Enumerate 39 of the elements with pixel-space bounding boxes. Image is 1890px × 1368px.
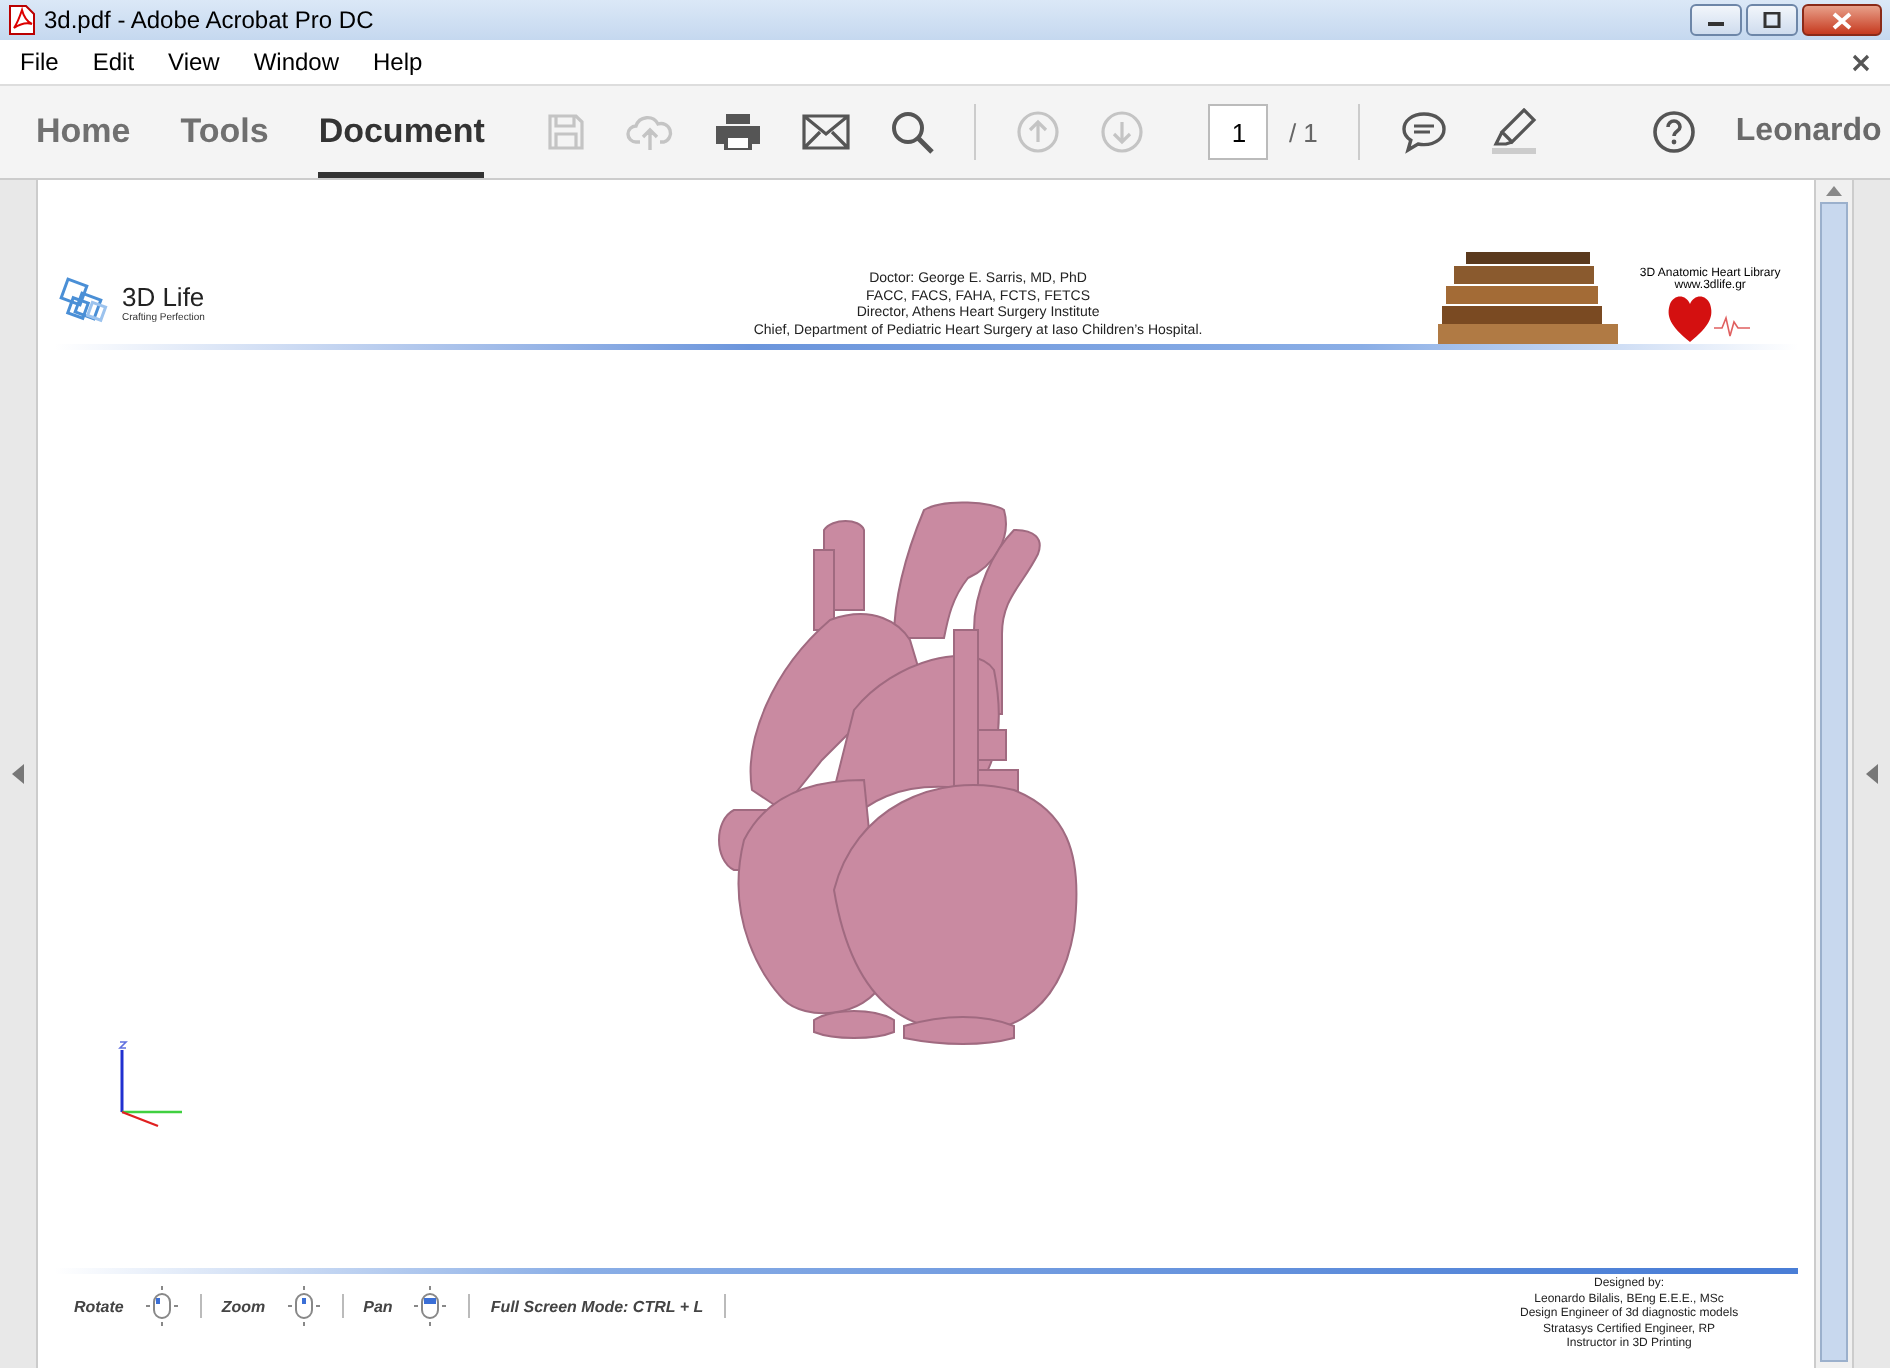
scroll-up-icon[interactable]	[1826, 186, 1843, 196]
minimize-button[interactable]	[1690, 4, 1742, 36]
menu-item[interactable]: Help	[373, 48, 423, 76]
window-title: 3d.pdf - Adobe Acrobat Pro DC	[44, 6, 374, 34]
mail-icon[interactable]	[802, 114, 851, 150]
control-hint: Pan	[363, 1297, 393, 1315]
heart-logo-icon	[1666, 292, 1755, 344]
menu-item[interactable]: Edit	[92, 48, 135, 76]
axis-triad-drawing	[113, 1040, 186, 1132]
highlighter-icon[interactable]	[1487, 108, 1540, 156]
print-icon[interactable]	[714, 112, 763, 152]
expand-arrow-icon[interactable]	[11, 764, 24, 784]
pdf-file-icon	[8, 4, 36, 36]
menu-item[interactable]: Window	[253, 48, 340, 76]
tab[interactable]: Tools	[180, 86, 269, 178]
expand-arrow-icon[interactable]	[1866, 764, 1879, 784]
maximize-button[interactable]	[1746, 4, 1798, 36]
mouse-icon	[285, 1286, 322, 1326]
scrollbar[interactable]	[1814, 180, 1853, 1368]
scroll-thumb[interactable]	[1820, 202, 1849, 1362]
mouse-icon	[143, 1286, 180, 1326]
search-icon[interactable]	[890, 110, 935, 154]
control-hint: Rotate	[73, 1297, 124, 1315]
page-total: / 1	[1288, 117, 1318, 147]
comment-icon[interactable]	[1399, 110, 1448, 154]
close-button[interactable]	[1802, 4, 1882, 36]
page-number-field[interactable]: 1	[1208, 104, 1269, 160]
menu-item[interactable]: File	[20, 48, 59, 76]
logo-title: 3D Life	[121, 281, 205, 311]
menu-item[interactable]: View	[168, 48, 220, 76]
maximize-icon	[1762, 12, 1782, 28]
control-hint: Zoom	[221, 1297, 266, 1315]
close-icon	[1832, 11, 1852, 29]
control-hint: Full Screen Mode: CTRL + L	[490, 1297, 704, 1315]
user-menu[interactable]: Leonardo	[1735, 114, 1890, 150]
close-icon[interactable]	[1852, 53, 1870, 71]
mouse-icon	[412, 1286, 449, 1326]
tab[interactable]: Home	[36, 86, 131, 178]
help-icon[interactable]	[1651, 110, 1696, 154]
